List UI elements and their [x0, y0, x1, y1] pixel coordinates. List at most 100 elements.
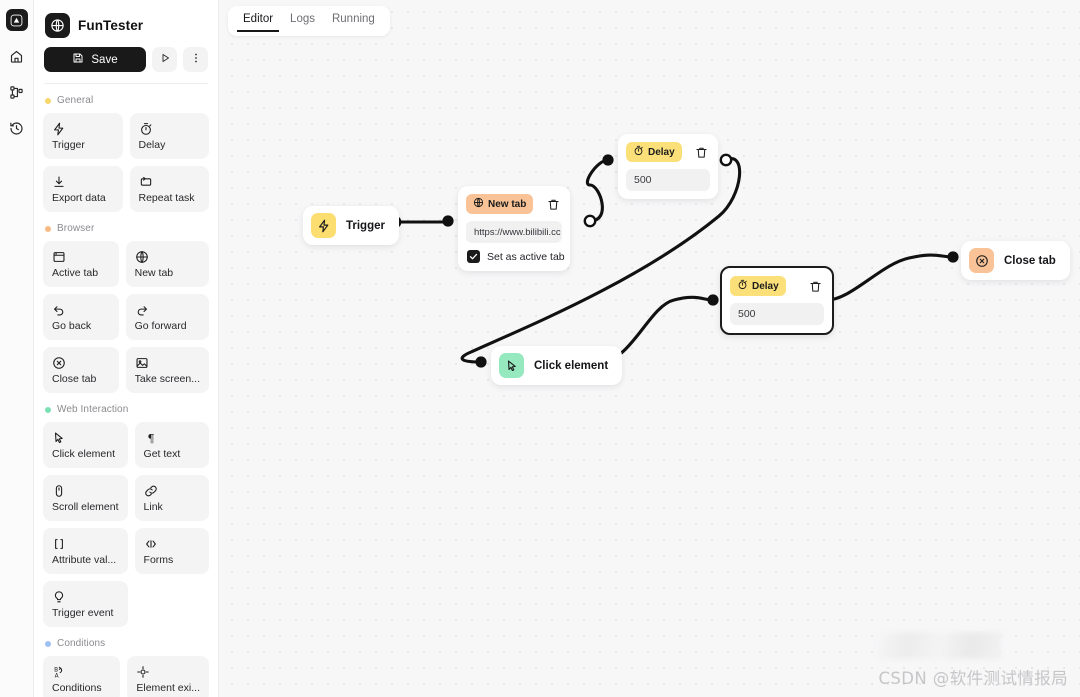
block-repeat-task[interactable]: Repeat task — [129, 166, 209, 212]
block-groups: General Trigger Delay Export data Repeat tas… — [43, 95, 209, 697]
workflow-icon[interactable] — [6, 81, 28, 103]
block-scroll-element[interactable]: Scroll element — [43, 475, 128, 521]
cursor-icon — [52, 430, 119, 445]
block-trigger-event[interactable]: Trigger event — [43, 581, 128, 627]
block-export-data[interactable]: Export data — [43, 166, 123, 212]
svg-text:B: B — [54, 667, 58, 673]
sidebar-toolbar: Save — [43, 47, 209, 72]
block-label: Trigger event — [52, 607, 114, 619]
node-new-tab-url-input[interactable]: https://www.bilibili.cc — [466, 221, 562, 243]
block-get-text[interactable]: ¶ Get text — [134, 422, 209, 468]
group-grid: Trigger Delay Export data Repeat task — [43, 113, 209, 212]
svg-text:¶: ¶ — [147, 431, 154, 444]
block-go-forward[interactable]: Go forward — [125, 294, 209, 340]
node-new-tab[interactable]: New tab https://www.bilibili.cc Set as a… — [458, 186, 570, 271]
triangle-logo-icon[interactable] — [5, 9, 28, 31]
block-trigger[interactable]: Trigger — [43, 113, 123, 159]
block-take-screen[interactable]: Take screen... — [125, 347, 209, 393]
node-new-tab-badge: New tab — [466, 194, 534, 214]
block-label: Export data — [52, 192, 106, 204]
block-go-back[interactable]: Go back — [43, 294, 119, 340]
x-circle-icon — [969, 248, 994, 273]
block-attribute-val[interactable]: Attribute val... — [43, 528, 128, 574]
toolbar-divider — [44, 83, 208, 84]
tab-running[interactable]: Running — [326, 11, 381, 32]
block-label: Repeat task — [138, 192, 195, 204]
block-new-tab[interactable]: New tab — [125, 241, 209, 287]
globe-icon — [45, 13, 70, 38]
trash-icon[interactable] — [693, 146, 710, 159]
save-button[interactable]: Save — [44, 47, 146, 72]
form-input-icon — [144, 536, 200, 551]
node-click-element[interactable]: Click element — [491, 346, 623, 385]
group-header-web-interaction: Web Interaction — [45, 404, 209, 415]
block-label: Element exi... — [136, 682, 200, 694]
workflow-canvas[interactable]: Editor Logs Running Trigger New tab http… — [219, 0, 1080, 697]
node-new-tab-badge-label: New tab — [488, 198, 527, 210]
repeat-icon — [139, 174, 201, 189]
home-icon[interactable] — [6, 45, 28, 67]
group-header-label: General — [57, 95, 94, 106]
block-element-exi[interactable]: Element exi... — [127, 656, 209, 697]
node-delay-2-value-input[interactable]: 500 — [730, 303, 824, 325]
block-conditions[interactable]: B A Conditions — [43, 656, 121, 697]
tab-editor[interactable]: Editor — [237, 11, 280, 32]
bulb-icon — [52, 589, 119, 604]
group-header-label: Web Interaction — [57, 404, 129, 415]
block-label: Close tab — [52, 373, 97, 385]
sidebar: FunTester Save General Trigger Delay Exp… — [34, 0, 219, 697]
history-icon[interactable] — [6, 117, 28, 139]
tab-logs[interactable]: Logs — [284, 11, 321, 32]
block-click-element[interactable]: Click element — [43, 422, 128, 468]
node-click-element-label: Click element — [534, 359, 609, 372]
node-new-tab-header: New tab — [466, 194, 562, 214]
kebab-menu-icon — [190, 52, 202, 67]
block-label: Active tab — [52, 267, 99, 279]
node-new-tab-checkbox-label: Set as active tab — [487, 250, 565, 263]
group-dot-icon — [45, 406, 51, 413]
image-icon — [135, 355, 200, 370]
group-dot-icon — [45, 97, 51, 104]
trash-icon[interactable] — [807, 280, 824, 293]
group-dot-icon — [45, 640, 51, 647]
block-label: New tab — [134, 267, 174, 279]
arrow-back-icon — [52, 302, 110, 317]
node-trigger[interactable]: Trigger — [303, 206, 399, 245]
block-forms[interactable]: Forms — [134, 528, 209, 574]
brand: FunTester — [43, 0, 209, 40]
block-delay[interactable]: Delay — [129, 113, 209, 159]
x-circle-icon — [52, 355, 110, 370]
node-delay-1-header: Delay — [626, 142, 710, 162]
globe-icon — [135, 249, 200, 264]
icon-rail — [0, 0, 34, 697]
group-grid: Active tab New tab Go back Go forward Close … — [43, 241, 209, 393]
mouse-icon — [52, 483, 119, 498]
globe-icon — [473, 197, 484, 211]
trash-icon[interactable] — [545, 198, 562, 211]
node-delay-2[interactable]: Delay 500 — [720, 266, 834, 335]
node-new-tab-active-checkbox-row[interactable]: Set as active tab — [466, 250, 565, 263]
window-icon — [52, 249, 110, 264]
group-header-label: Browser — [57, 223, 95, 234]
block-active-tab[interactable]: Active tab — [43, 241, 119, 287]
more-options-button[interactable] — [183, 47, 208, 72]
run-button[interactable] — [152, 47, 177, 72]
block-label: Forms — [143, 554, 174, 566]
branch-icon: BA — [52, 664, 111, 679]
block-close-tab[interactable]: Close tab — [43, 347, 119, 393]
node-close-tab-label: Close tab — [1004, 254, 1056, 267]
block-label: Get text — [143, 448, 181, 460]
node-close-tab[interactable]: Close tab — [961, 241, 1070, 280]
block-link[interactable]: Link — [134, 475, 209, 521]
checkbox-checked-icon[interactable] — [467, 250, 480, 263]
node-delay-1[interactable]: Delay 500 — [618, 134, 718, 199]
node-delay-1-value-input[interactable]: 500 — [626, 169, 710, 191]
target-icon — [136, 664, 200, 679]
block-label: Go forward — [134, 320, 187, 332]
node-delay-1-badge: Delay — [626, 142, 682, 162]
block-label: Attribute val... — [52, 554, 117, 566]
group-header-browser: Browser — [45, 223, 209, 234]
node-trigger-label: Trigger — [346, 219, 385, 232]
group-grid: Click element ¶ Get text Scroll element Link… — [43, 422, 209, 627]
block-label: Conditions — [52, 682, 102, 694]
